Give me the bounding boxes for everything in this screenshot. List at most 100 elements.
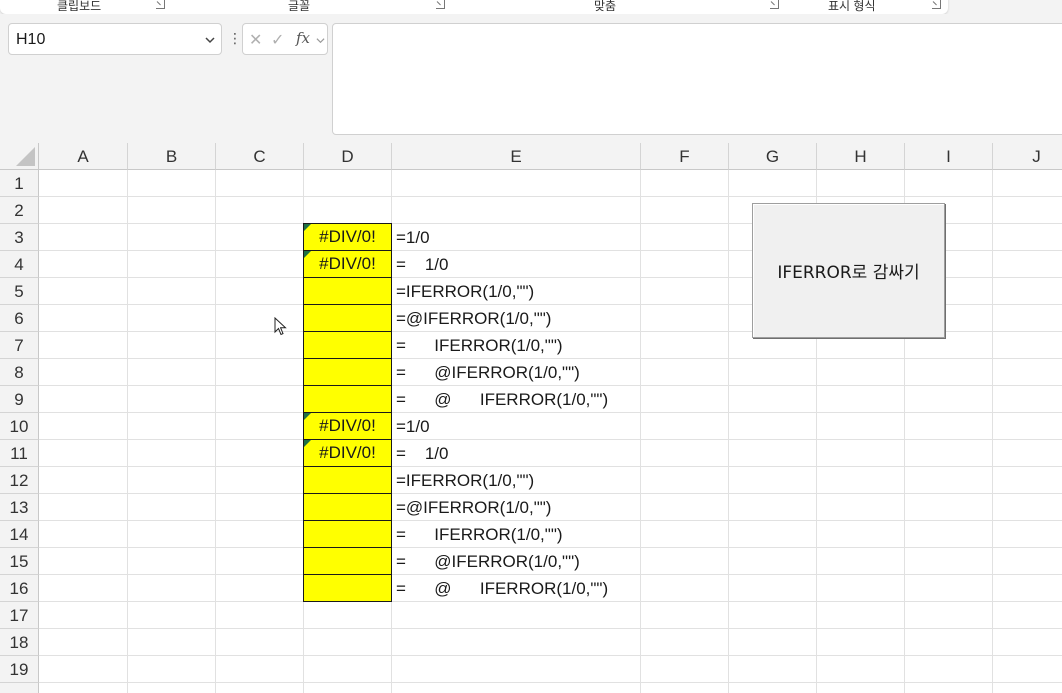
column-header-j[interactable]: J	[993, 143, 1062, 170]
row-header-2[interactable]: 2	[0, 197, 39, 224]
row-header-10[interactable]: 10	[0, 413, 39, 440]
column-header-g[interactable]: G	[729, 143, 817, 170]
ribbon-group-alignment-label: 맞춤	[594, 0, 617, 13]
column-header-b[interactable]: B	[128, 143, 216, 170]
cell-e16[interactable]: = @ IFERROR(1/0,"")	[396, 575, 608, 602]
cell-d14[interactable]	[303, 520, 392, 548]
insert-function-icon[interactable]: fx	[296, 29, 310, 47]
clipboard-launcher-icon[interactable]	[156, 0, 165, 9]
cell-d8[interactable]	[303, 358, 392, 386]
cell-d12[interactable]	[303, 466, 392, 494]
cell-d4-value: #DIV/0!	[319, 254, 376, 273]
cell-e3[interactable]: =1/0	[396, 224, 430, 251]
gridline	[127, 170, 128, 693]
row-header-5[interactable]: 5	[0, 278, 39, 305]
name-box-value: H10	[16, 31, 46, 48]
error-indicator-icon	[304, 251, 311, 258]
cell-d10-value: #DIV/0!	[319, 416, 376, 435]
iferror-wrap-button-label: IFERROR로 감싸기	[777, 263, 920, 283]
select-all-triangle-icon	[16, 147, 35, 166]
formula-area: H10 ⋮ ✕ ✓ fx	[0, 14, 1062, 144]
cell-e13[interactable]: =@IFERROR(1/0,"")	[396, 494, 551, 521]
row-header-20[interactable]	[0, 683, 39, 693]
cell-e6[interactable]: =@IFERROR(1/0,"")	[396, 305, 551, 332]
gridline	[992, 170, 993, 693]
enter-icon[interactable]: ✓	[271, 30, 284, 50]
cell-d16[interactable]	[303, 574, 392, 602]
row-header-4[interactable]: 4	[0, 251, 39, 278]
ribbon-group-number-format-label: 표시 형식	[828, 0, 876, 13]
alignment-launcher-icon[interactable]	[770, 0, 779, 9]
cancel-icon[interactable]: ✕	[249, 30, 262, 50]
cell-d3[interactable]: #DIV/0!	[303, 223, 392, 251]
gridline	[39, 655, 1062, 656]
row-header-1[interactable]: 1	[0, 170, 39, 197]
cell-d4[interactable]: #DIV/0!	[303, 250, 392, 278]
column-header-c[interactable]: C	[216, 143, 304, 170]
ribbon-group-labels: 클립보드 글꼴 맞춤 표시 형식	[0, 0, 1062, 14]
gridline	[728, 170, 729, 693]
gridline	[39, 628, 1062, 629]
gridline	[39, 682, 1062, 683]
chevron-down-icon[interactable]	[316, 36, 325, 45]
row-header-8[interactable]: 8	[0, 359, 39, 386]
row-header-16[interactable]: 16	[0, 575, 39, 602]
row-header-13[interactable]: 13	[0, 494, 39, 521]
cell-d11-value: #DIV/0!	[319, 443, 376, 462]
error-indicator-icon	[304, 224, 311, 231]
select-all-button[interactable]	[0, 143, 39, 170]
column-header-a[interactable]: A	[39, 143, 128, 170]
formula-buttons: ✕ ✓ fx	[242, 23, 328, 55]
error-indicator-icon	[304, 413, 311, 420]
number-format-launcher-icon[interactable]	[932, 0, 941, 9]
cell-d10[interactable]: #DIV/0!	[303, 412, 392, 440]
iferror-wrap-button[interactable]: IFERROR로 감싸기	[752, 203, 945, 338]
cell-e12[interactable]: =IFERROR(1/0,"")	[396, 467, 534, 494]
ribbon-panel: 클립보드 글꼴 맞춤 표시 형식	[0, 0, 948, 14]
cell-e9[interactable]: = @ IFERROR(1/0,"")	[396, 386, 608, 413]
cell-e10[interactable]: =1/0	[396, 413, 430, 440]
formula-input[interactable]	[332, 23, 1062, 135]
row-header-19[interactable]: 19	[0, 656, 39, 683]
row-header-7[interactable]: 7	[0, 332, 39, 359]
cell-d6[interactable]	[303, 304, 392, 332]
row-header-18[interactable]: 18	[0, 629, 39, 656]
error-indicator-icon	[304, 440, 311, 447]
cell-d9[interactable]	[303, 385, 392, 413]
gridline	[215, 170, 216, 693]
column-header-e[interactable]: E	[392, 143, 641, 170]
cell-d7[interactable]	[303, 331, 392, 359]
gridline	[640, 170, 641, 693]
row-header-9[interactable]: 9	[0, 386, 39, 413]
cell-e14[interactable]: = IFERROR(1/0,"")	[396, 521, 563, 548]
cell-e11[interactable]: = 1/0	[396, 440, 448, 467]
worksheet-grid[interactable]: A B C D E F G H I J 1 2 3 4 5 6 7 8 9 10…	[0, 143, 1062, 693]
row-header-3[interactable]: 3	[0, 224, 39, 251]
cell-d11[interactable]: #DIV/0!	[303, 439, 392, 467]
column-header-d[interactable]: D	[304, 143, 392, 170]
column-header-h[interactable]: H	[817, 143, 905, 170]
row-header-12[interactable]: 12	[0, 467, 39, 494]
row-header-11[interactable]: 11	[0, 440, 39, 467]
name-box[interactable]: H10	[8, 23, 222, 55]
column-header-f[interactable]: F	[641, 143, 729, 170]
cell-e15[interactable]: = @IFERROR(1/0,"")	[396, 548, 580, 575]
cell-e7[interactable]: = IFERROR(1/0,"")	[396, 332, 563, 359]
gridline	[39, 439, 1062, 440]
cell-d5[interactable]	[303, 277, 392, 305]
cell-e5[interactable]: =IFERROR(1/0,"")	[396, 278, 534, 305]
ribbon-group-font-label: 글꼴	[288, 0, 311, 13]
cell-e4[interactable]: = 1/0	[396, 251, 448, 278]
row-header-15[interactable]: 15	[0, 548, 39, 575]
font-launcher-icon[interactable]	[436, 0, 445, 9]
row-header-14[interactable]: 14	[0, 521, 39, 548]
column-header-i[interactable]: I	[905, 143, 993, 170]
more-options-icon[interactable]: ⋮	[228, 31, 242, 45]
cell-d15[interactable]	[303, 547, 392, 575]
row-header-17[interactable]: 17	[0, 602, 39, 629]
chevron-down-icon[interactable]	[204, 34, 216, 46]
cell-d3-value: #DIV/0!	[319, 227, 376, 246]
cell-d13[interactable]	[303, 493, 392, 521]
cell-e8[interactable]: = @IFERROR(1/0,"")	[396, 359, 580, 386]
row-header-6[interactable]: 6	[0, 305, 39, 332]
